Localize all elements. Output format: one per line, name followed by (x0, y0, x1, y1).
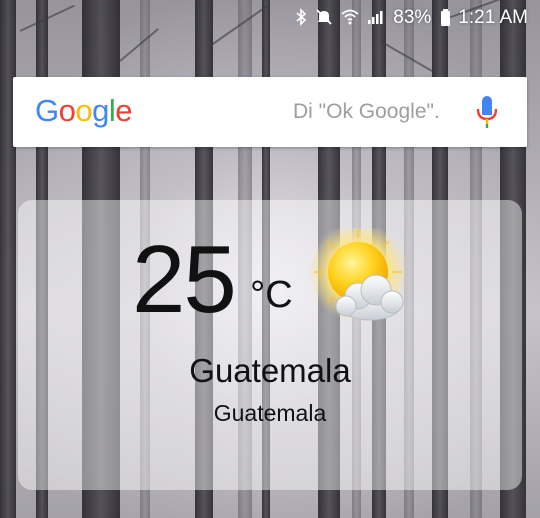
microphone-icon[interactable] (475, 94, 499, 130)
weather-city: Guatemala (189, 352, 351, 389)
bluetooth-icon (295, 7, 307, 29)
search-hint: Di "Ok Google". (293, 100, 440, 123)
weather-widget[interactable] (18, 200, 522, 490)
google-logo-letter: g (92, 93, 109, 128)
battery-icon (441, 8, 451, 26)
battery-percent: 83% (393, 7, 432, 28)
google-logo-letter: o (75, 93, 93, 128)
weather-country: Guatemala (213, 400, 327, 426)
signal-icon (367, 9, 385, 28)
google-logo: Google (35, 93, 133, 129)
clock: 1:21 AM (458, 7, 528, 28)
google-logo-letter: G (35, 93, 59, 128)
mute-icon (315, 8, 333, 29)
google-search-bar[interactable]: Google Di "Ok Google". (13, 77, 527, 147)
temperature-unit: °C (250, 274, 293, 316)
partly-sunny-icon (298, 222, 418, 336)
google-logo-letter: o (58, 93, 76, 128)
wifi-icon (341, 9, 359, 28)
google-logo-letter: e (115, 93, 133, 128)
temperature: 25 (132, 226, 237, 333)
status-bar: 83% 1:21 AM (0, 0, 540, 36)
